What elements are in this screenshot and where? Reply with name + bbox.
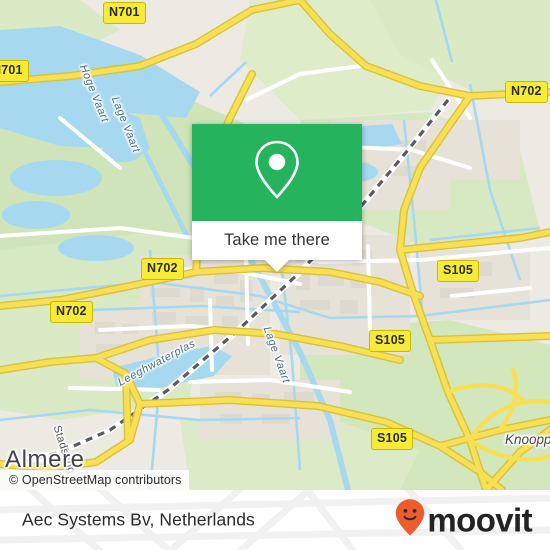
road-shield-n701-west[interactable]: N701 [0,60,29,82]
road-shield-n701-north[interactable]: N701 [103,2,146,24]
road-shield-n702-northeast[interactable]: N702 [505,81,548,103]
popup-pointer [265,260,289,272]
moovit-smiley-pin-icon [395,499,425,542]
location-title: Aec Systems Bv, Netherlands [22,509,255,530]
road-shield-s105-center[interactable]: S105 [369,330,411,352]
popup-action-bar[interactable]: Take me there [192,221,362,260]
area-label-knooppunt: Knoopp [505,432,550,447]
road-shield-s105-east[interactable]: S105 [437,260,479,282]
road-shield-n702-center[interactable]: N702 [141,258,184,280]
map-pin-icon [250,138,304,207]
footer-bar: Aec Systems Bv, Netherlands moovit [0,490,550,550]
moovit-wordmark: moovit [427,501,532,539]
popup-header [192,124,362,221]
screenshot-root: N701 N701 N702 N702 N702 S105 S105 S105 … [0,0,550,550]
location-popup-card[interactable]: Take me there [192,124,362,272]
take-me-there-label: Take me there [224,231,330,249]
road-shield-n702-west[interactable]: N702 [50,301,93,323]
moovit-brand[interactable]: moovit [395,499,533,542]
osm-attribution[interactable]: © OpenStreetMap contributors [0,470,189,490]
road-shield-s105-south[interactable]: S105 [371,428,413,450]
